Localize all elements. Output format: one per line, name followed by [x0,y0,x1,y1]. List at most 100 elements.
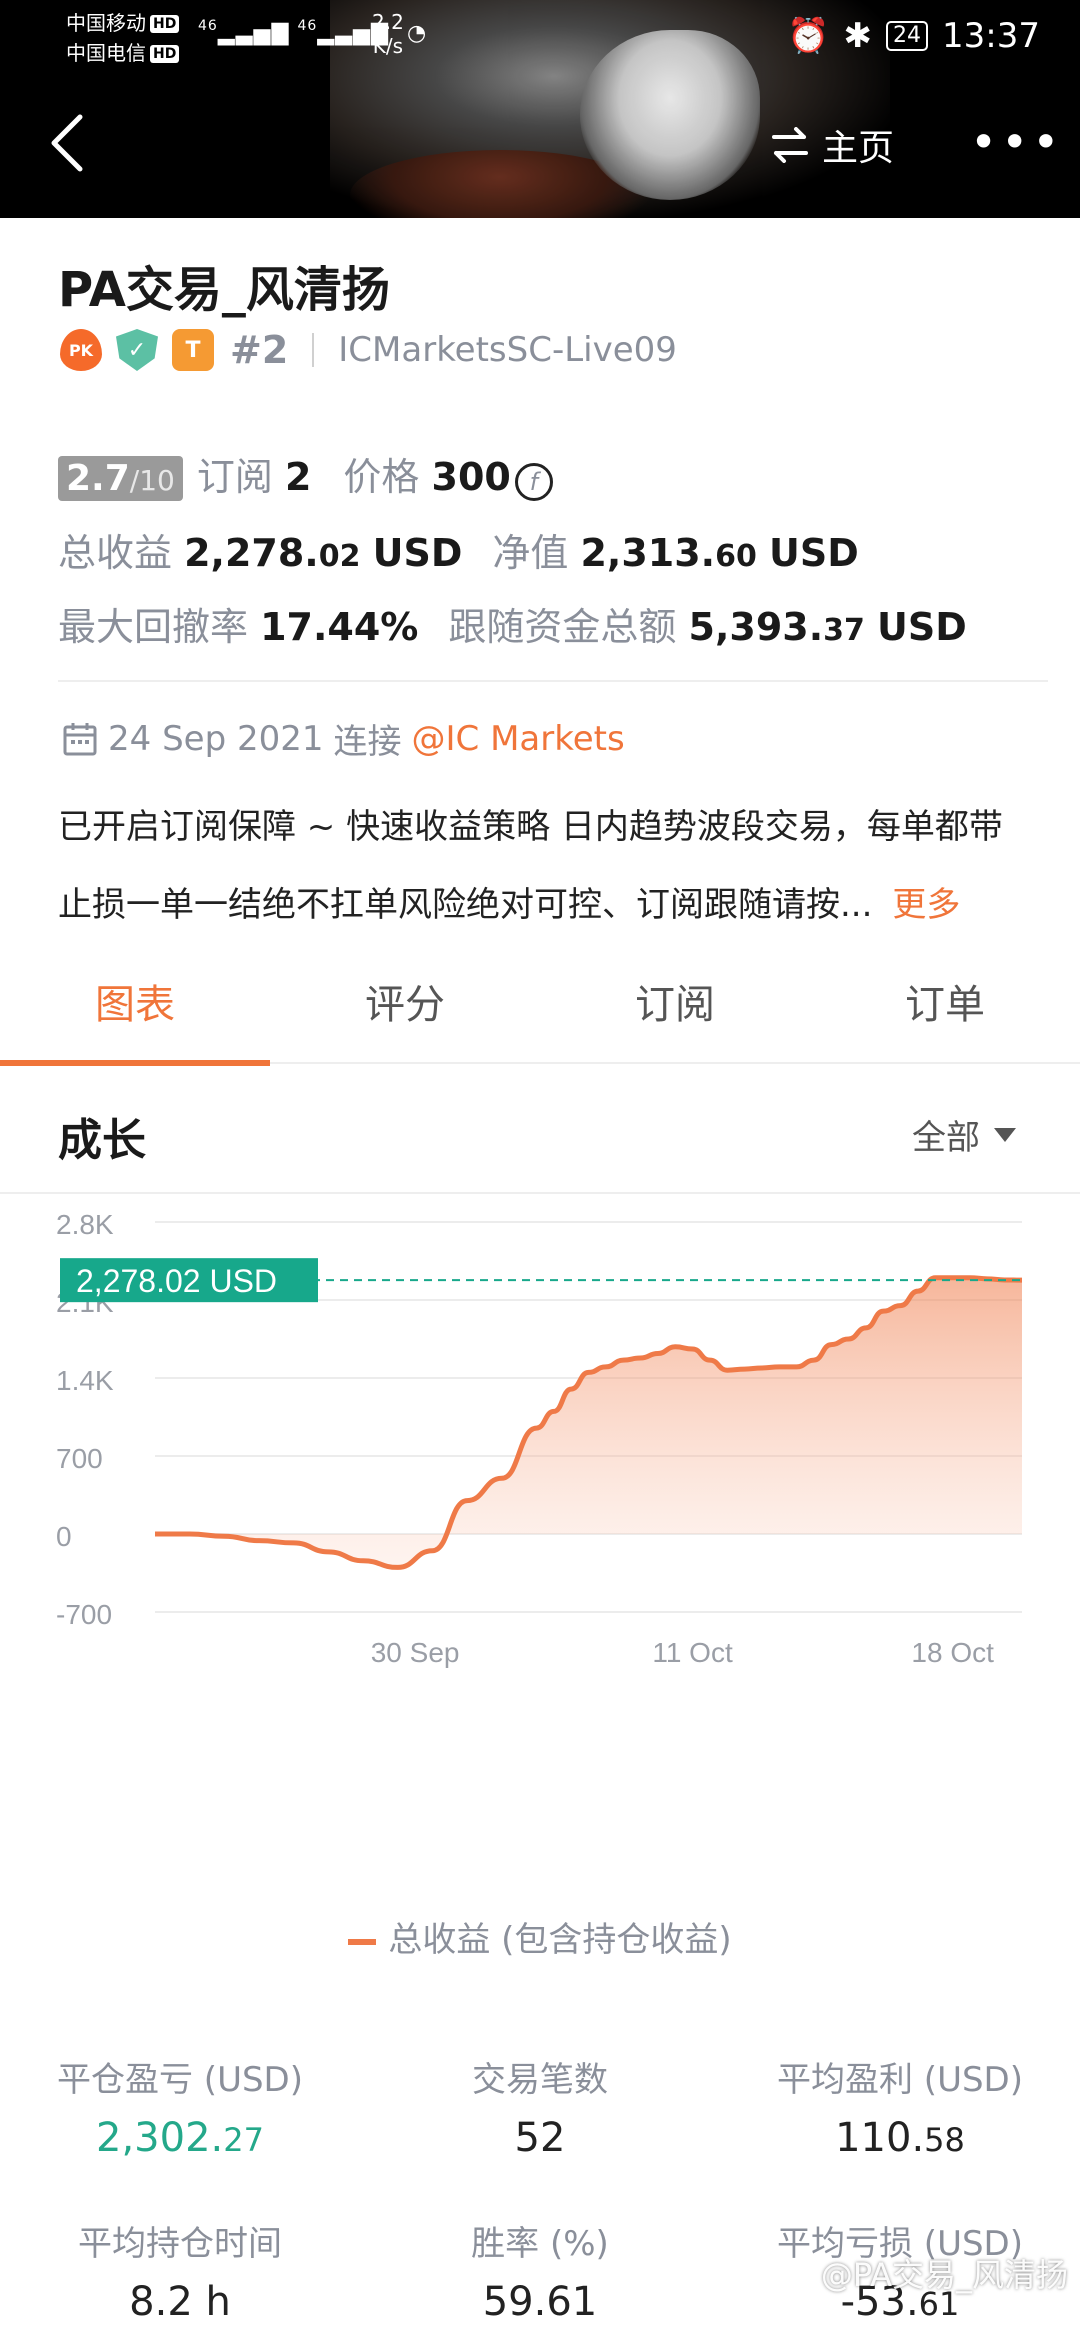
stat-value-dec: 58 [924,2121,965,2159]
connection-info: 24 Sep 2021 连接 @IC Markets [62,714,625,763]
equity-dec: 60 [715,539,757,574]
more-link[interactable]: 更多 [892,885,960,925]
section-title: 成长 [58,1115,146,1166]
score-value: 2.7 [66,458,130,499]
legend-swatch [348,1938,377,1945]
filter-value: 全部 [912,1118,980,1158]
tab-chart[interactable]: 图表 [0,960,270,1066]
wifi-icon: ◔ [407,21,428,46]
chevron-down-icon [994,1127,1016,1142]
watermark: @PA交易_风清扬 [820,2256,1068,2294]
calendar-icon [63,722,97,755]
stat-avg-hold-time: 平均持仓时间 8.2 h [0,2216,360,2325]
drawdown-row: 最大回撤率 17.44% 跟随资金总额 5,393. 37 USD [58,596,967,651]
hd-badge: HD [150,45,180,63]
right-status: ⏰ ✱ 24 13:37 [787,16,1040,56]
stat-trade-count: 交易笔数 52 [360,2052,720,2161]
y-tick-label: 0 [56,1521,72,1552]
stat-value: 2,302.27 [0,2115,360,2161]
clock: 13:37 [942,16,1040,56]
network-type: 46 [198,18,218,34]
connect-label: 连接 [333,722,402,762]
follow-funds-unit: USD [876,605,967,649]
bluetooth-icon: ✱ [843,16,873,56]
score-badge: 2.7/10 [58,456,183,501]
network-type: 46 [297,18,318,34]
tab-subscription[interactable]: 订阅 [540,960,810,1062]
growth-chart[interactable]: 2.8K2.1K1.4K7000-7002,278.02 USD30 Sep 11… [0,1194,1080,1994]
t-badge-icon: T [172,329,214,371]
y-tick-label: 2.8K [56,1209,114,1240]
connect-date: 24 Sep 2021 [108,718,324,759]
battery-icon: 24 [886,21,929,51]
equity-int: 2,313. [580,531,716,575]
stat-value-dec: 27 [223,2121,264,2159]
x-tick-label: 11 Oct [652,1637,733,1668]
total-profit-label: 总收益 [58,531,173,575]
description-line-1: 已开启订阅保障 ~ 快速收益策略 日内趋势波段交易，每单都带 [58,807,1003,847]
description-line-2: 止损一单一结绝不扛单风险绝对可控、订阅跟随请按... [58,885,873,925]
tab-orders[interactable]: 订单 [810,960,1080,1062]
series-area [155,1277,1022,1568]
equity-unit: USD [768,531,859,575]
subs-label: 订阅 [196,455,273,499]
y-tick-label: 700 [56,1443,103,1474]
stat-value-int: 2,302. [96,2115,224,2161]
net-speed: 2.2 K/s [372,10,404,58]
growth-section-header: 成长 全部 [0,1064,1080,1194]
total-profit-unit: USD [372,531,463,575]
range-filter-dropdown[interactable]: 全部 [912,1110,1016,1159]
total-profit-int: 2,278. [184,531,319,575]
alarm-icon: ⏰ [787,16,830,56]
stat-label: 交易笔数 [472,2060,608,2100]
server-name: ICMarketsSC-Live09 [338,330,677,370]
tab-bar: 图表 评分 订阅 订单 [0,960,1080,1066]
x-tick-label: 30 Sep [371,1637,460,1668]
y-tick-label: -700 [56,1599,112,1630]
more-options-icon[interactable]: ••• [970,119,1063,165]
stat-value: 52 [514,2115,566,2161]
top-nav: 主页 ••• [0,105,1080,185]
carrier-1: 中国移动 [66,11,146,35]
stat-value-int: 110. [835,2115,925,2161]
speed-unit: K/s [372,34,404,58]
drawdown-value: 17.44% [260,605,419,649]
speed-value: 2.2 [372,10,404,34]
stat-avg-profit: 平均盈利 (USD) 110.58 [720,2052,1080,2161]
total-profit-dec: 02 [318,539,361,574]
y-tick-label: 1.4K [56,1365,114,1396]
legend-label: 总收益 (包含持仓收益) [388,1920,732,1960]
stat-value: 59.61 [482,2279,598,2325]
drawdown-label: 最大回撤率 [58,605,249,649]
verified-shield-icon: ✓ [116,329,158,371]
score-row: 2.7/10 订阅 2 价格 300 f [58,446,553,501]
follow-funds-dec: 37 [823,613,865,648]
stat-closed-pl: 平仓盈亏 (USD) 2,302.27 [0,2052,360,2161]
tab-rating[interactable]: 评分 [270,960,540,1062]
chart-legend: 总收益 (包含持仓收益) [0,1912,1080,1961]
pk-badge-icon: PK [60,329,102,371]
profile-header: 中国移动 HD 中国电信 HD 46▂▃▅▇ 46▂▃▅▇ ◔ 2.2 K/s ⏰ … [0,0,1080,218]
home-button[interactable]: 主页 [770,119,894,171]
back-arrow-icon[interactable] [48,113,98,173]
subs-value: 2 [284,455,312,499]
stat-value: 8.2 h [129,2279,231,2325]
current-value-label: 2,278.02 USD [76,1263,277,1299]
stat-label: 胜率 (%) [471,2224,609,2264]
status-bar: 中国移动 HD 中国电信 HD 46▂▃▅▇ 46▂▃▅▇ ◔ 2.2 K/s ⏰ … [0,0,1080,70]
follow-funds-label: 跟随资金总额 [448,605,677,649]
badge-row: PK ✓ T #2 ICMarketsSC-Live09 [60,328,677,372]
stat-value: 110.58 [720,2115,1080,2161]
section-divider [58,680,1048,682]
trader-name: PA交易_风清扬 [58,262,390,318]
score-denominator: /10 [129,464,175,497]
equity-label: 净值 [492,531,569,575]
strategy-description: 已开启订阅保障 ~ 快速收益策略 日内趋势波段交易，每单都带 止损一单一结绝不扛… [58,788,1048,944]
profit-row: 总收益 2,278. 02 USD 净值 2,313. 60 USD [58,522,859,577]
swap-icon [772,127,808,163]
stat-win-rate: 胜率 (%) 59.61 [360,2216,720,2325]
rank: #2 [230,328,289,372]
stat-label: 平均盈利 (USD) [777,2060,1023,2100]
broker-link[interactable]: @IC Markets [412,719,625,759]
divider [312,333,315,367]
